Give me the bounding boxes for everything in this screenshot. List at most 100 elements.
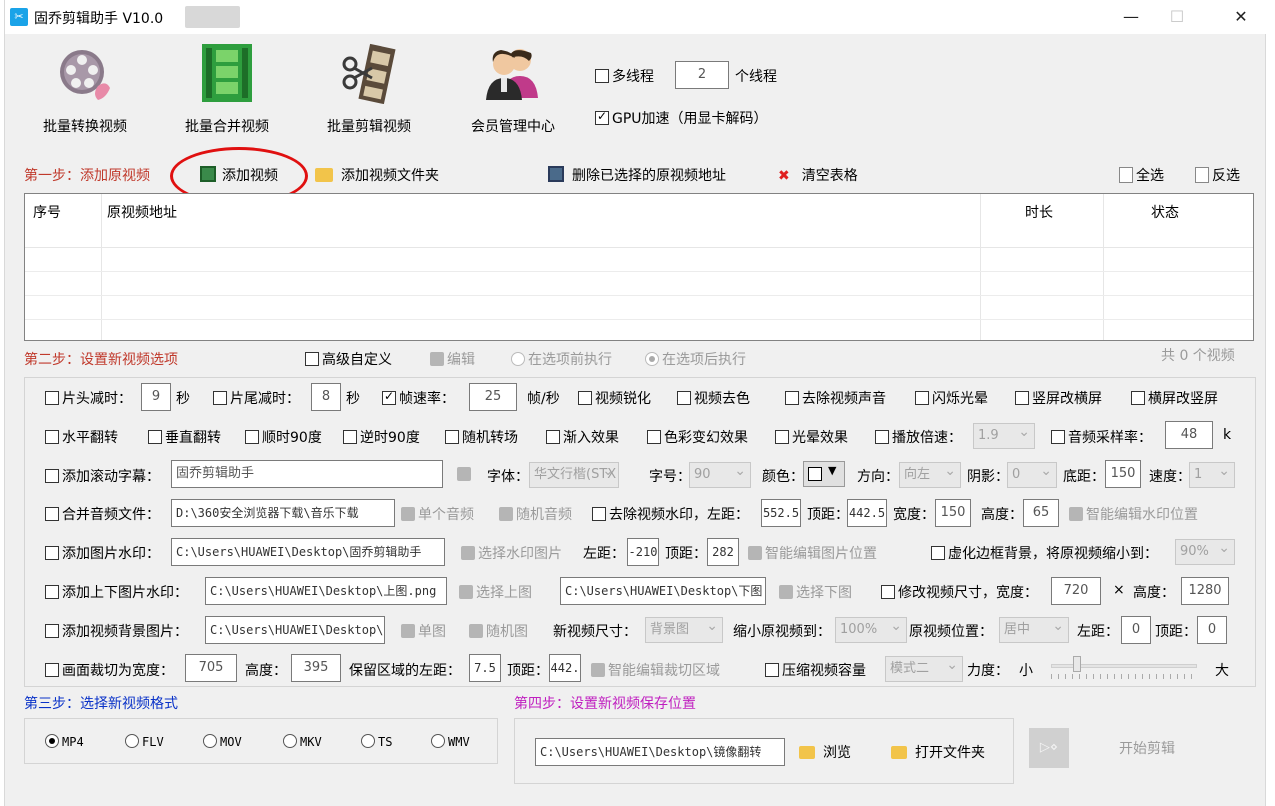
new-size-select[interactable]: 背景图 [645,617,723,643]
v2h-checkbox[interactable]: 竖屏改横屏 [1015,388,1102,408]
keep-left-input[interactable]: 7.5 [469,654,501,682]
format-ts-radio[interactable]: TS [361,734,392,749]
bottom-image-path[interactable]: C:\Users\HUAWEI\Desktop\下图 [560,577,766,605]
random-audio-button[interactable]: 随机音频 [499,504,572,524]
hflip-checkbox[interactable]: 水平翻转 [45,427,118,447]
speed-select[interactable]: 1.9 [973,423,1035,449]
format-mkv-radio[interactable]: MKV [283,734,322,749]
remove-audio-checkbox[interactable]: 去除视频声音 [785,388,886,408]
multithread-check[interactable] [595,69,609,83]
halo-checkbox[interactable]: 光晕效果 [775,427,848,447]
advanced-checkbox[interactable]: 高级自定义 [305,349,392,369]
size-select[interactable]: 90 [689,462,751,488]
single-audio-button[interactable]: 单个音频 [401,504,474,524]
crop-height-input[interactable]: 395 [291,654,341,682]
smart-watermark-button[interactable]: 智能编辑水印位置 [1069,504,1198,524]
color-shift-checkbox[interactable]: 色彩变幻效果 [647,427,748,447]
audio-path-input[interactable]: D:\360安全浏览器下载\音乐下载 [171,499,395,527]
subtitle-checkbox[interactable]: 添加滚动字幕： [45,466,160,486]
direction-select[interactable]: 向左 [899,462,961,488]
decolor-checkbox[interactable]: 视频去色 [677,388,750,408]
random-transition-checkbox[interactable]: 随机转场 [445,427,518,447]
cw90-checkbox[interactable]: 顺时90度 [245,427,322,447]
single-image-button[interactable]: 单图 [401,621,446,641]
flash-checkbox[interactable]: 闪烁光晕 [915,388,988,408]
format-wmv-radio[interactable]: WMV [431,734,470,749]
sample-rate-input[interactable]: 48 [1165,421,1213,449]
resize-height-input[interactable]: 1280 [1181,577,1229,605]
batch-edit-button[interactable]: 批量剪辑视频 [309,42,429,142]
fade-in-checkbox[interactable]: 渐入效果 [546,427,619,447]
after-radio[interactable]: 在选项后执行 [645,349,746,369]
batch-convert-button[interactable]: 批量转换视频 [25,42,145,142]
format-flv-radio[interactable]: FLV [125,734,164,749]
tail-cut-checkbox[interactable]: 片尾减时： [213,388,300,408]
clear-table-button[interactable]: ✖ 清空表格 [778,165,858,185]
shrink-select[interactable]: 100% [835,617,907,643]
font-select[interactable]: 华文行楷(STX [529,462,619,488]
edit-button[interactable]: 编辑 [430,349,475,369]
strength-slider-thumb[interactable] [1073,656,1081,672]
bottom-input[interactable]: 150 [1105,460,1141,488]
crop-checkbox[interactable]: 画面裁切为宽度： [45,660,174,680]
col-status-header[interactable]: 状态 [1151,202,1179,222]
choose-top-button[interactable]: 选择上图 [459,582,532,602]
head-cut-input[interactable]: 9 [141,383,171,411]
remove-watermark-checkbox[interactable]: 去除视频水印，左距： [592,504,749,524]
multithread-checkbox[interactable]: 多线程 [595,66,654,86]
wm-left-input[interactable]: 552.5 [761,499,801,527]
video-table[interactable]: 序号 原视频地址 时长 状态 [24,193,1254,341]
color-picker[interactable]: ▼ [803,461,845,487]
col-path-header[interactable]: 原视频地址 [107,202,177,222]
keep-top-input[interactable]: 442. [549,654,581,682]
resize-checkbox[interactable]: 修改视频尺寸，宽度： [881,582,1038,602]
invert-selection-button[interactable]: 反选 [1195,165,1240,185]
browse-button[interactable]: 浏览 [799,742,851,762]
subtitle-input[interactable]: 固乔剪辑助手 [171,460,443,488]
thread-count-input[interactable]: 2 [675,61,729,89]
image-watermark-path[interactable]: C:\Users\HUAWEI\Desktop\固乔剪辑助手 [171,538,445,566]
gpu-checkbox[interactable]: GPU加速（用显卡解码） [595,108,768,128]
blur-bg-checkbox[interactable]: 虚化边框背景，将原视频缩小到： [931,543,1158,563]
bg-image-path[interactable]: C:\Users\HUAWEI\Desktop\ [205,616,385,644]
resize-width-input[interactable]: 720 [1051,577,1101,605]
wm-top-input[interactable]: 442.5 [847,499,887,527]
col-index-header[interactable]: 序号 [33,202,61,222]
sample-rate-checkbox[interactable]: 音频采样率： [1051,427,1152,447]
choose-bottom-button[interactable]: 选择下图 [779,582,852,602]
save-path-input[interactable]: C:\Users\HUAWEI\Desktop\镜像翻转 [535,738,785,766]
wm-width-input[interactable]: 150 [935,499,971,527]
subtitle-edit-icon[interactable] [457,467,471,481]
start-icon[interactable]: ▷⋄ [1029,728,1069,768]
compress-checkbox[interactable]: 压缩视频容量 [765,660,866,680]
close-button[interactable]: ✕ [1219,0,1263,34]
img-left-input[interactable]: -210 [627,538,659,566]
open-folder-button[interactable]: 打开文件夹 [891,742,985,762]
left-input[interactable]: 0 [1121,616,1151,644]
wm-height-input[interactable]: 65 [1023,499,1059,527]
member-center-button[interactable]: 会员管理中心 [453,42,573,142]
start-button[interactable]: 开始剪辑 [1119,738,1175,758]
batch-merge-button[interactable]: 批量合并视频 [167,42,287,142]
merge-audio-checkbox[interactable]: 合并音频文件： [45,504,160,524]
minimize-button[interactable]: — [1109,0,1153,34]
delete-selected-button[interactable]: 删除已选择的原视频地址 [548,165,726,185]
format-mp4-radio[interactable]: MP4 [45,734,84,749]
sharpen-checkbox[interactable]: 视频锐化 [578,388,651,408]
img-top-input[interactable]: 282 [707,538,739,566]
fps-input[interactable]: 25 [469,383,517,411]
h2v-checkbox[interactable]: 横屏改竖屏 [1131,388,1218,408]
random-image-button[interactable]: 随机图 [469,621,528,641]
before-radio[interactable]: 在选项前执行 [511,349,612,369]
crop-width-input[interactable]: 705 [185,654,237,682]
col-duration-header[interactable]: 时长 [1025,202,1053,222]
smart-crop-button[interactable]: 智能编辑裁切区域 [591,660,720,680]
top-input[interactable]: 0 [1197,616,1227,644]
image-watermark-checkbox[interactable]: 添加图片水印： [45,543,160,563]
select-all-button[interactable]: 全选 [1119,165,1164,185]
gpu-check[interactable] [595,109,609,125]
fps-checkbox[interactable]: 帧速率： [382,388,455,408]
top-bottom-watermark-checkbox[interactable]: 添加上下图片水印： [45,582,188,602]
top-image-path[interactable]: C:\Users\HUAWEI\Desktop\上图.png [205,577,447,605]
maximize-button[interactable]: ☐ [1155,0,1199,34]
